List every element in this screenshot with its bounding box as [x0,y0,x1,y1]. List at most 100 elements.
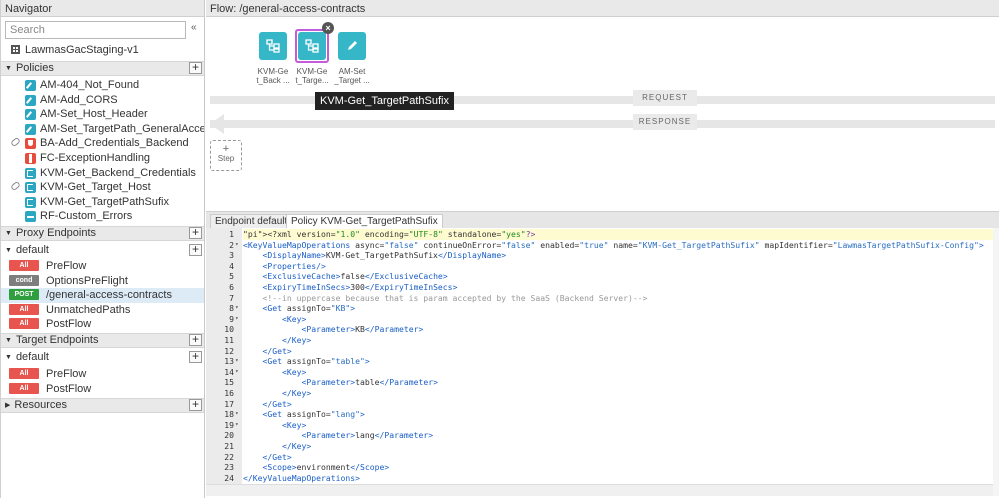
add-target-endpoint-button[interactable]: + [189,333,202,346]
step-label-line2: t_Targe... [295,76,329,85]
policy-item[interactable]: AM-Set_Host_Header [1,107,204,122]
code-line[interactable]: <Scope>environment</Scope> [243,462,993,473]
code-line[interactable]: <Key> [243,367,993,378]
code-line[interactable]: <Get assignTo="lang"> [243,409,993,420]
search-input[interactable] [5,21,186,39]
add-target-flow-button[interactable]: + [189,350,202,363]
line-number: 21 [224,441,234,451]
policy-item[interactable]: FC-ExceptionHandling [1,151,204,166]
section-resources[interactable]: ▶ Resources + [1,398,204,413]
tab-endpoint-default[interactable]: Endpoint default [210,214,293,229]
collapse-navigator-button[interactable]: « [191,22,196,33]
add-policy-button[interactable]: + [189,61,202,74]
line-number: 11 [224,335,234,345]
line-number: 13 [224,356,234,367]
fold-toggle-icon[interactable]: ▾ [235,314,241,325]
code-line[interactable]: </Get> [243,452,993,463]
line-number: 17 [224,398,234,409]
code-line[interactable]: <!--in uppercase because that is param a… [243,293,993,304]
flow-step[interactable] [338,32,366,60]
add-step-button[interactable]: + Step [210,140,242,171]
assign-message-icon [25,80,36,91]
caret-down-icon: ▼ [5,354,12,361]
section-policies-label: Policies [15,62,54,74]
editor-horizontal-scrollbar[interactable] [206,484,993,496]
code-line[interactable]: </Key> [243,388,993,399]
policy-item[interactable]: BA-Add_Credentials_Backend [1,136,204,151]
policy-item[interactable]: KVM-Get_Backend_Credentials [1,166,204,181]
code-line[interactable]: <Parameter>KB</Parameter> [243,324,993,335]
policy-item[interactable]: AM-Set_TargetPath_GeneralAcce... [1,122,204,137]
line-number: 10 [224,324,234,335]
line-gutter: 1 2 ▾ 3 4 5 6 7 8 ▾ 9 ▾ 10 11 12 13 ▾ 14 ▾ 15 16 17 18 ▾ 19 ▾ 20 21… [206,228,242,484]
step-label-line2: _Target ... [334,76,370,85]
code-line[interactable]: </Get> [243,399,993,410]
fold-toggle-icon[interactable]: ▾ [235,367,241,378]
remove-step-icon[interactable]: × [322,22,334,34]
line-number: 1 [229,229,234,239]
code-line[interactable]: <DisplayName>KVM-Get_TargetPathSufix</Di… [243,250,993,261]
navigator-panel: Navigator « LawmasGacStaging-v1 ▼Policie… [0,0,205,498]
fold-toggle-icon[interactable]: ▾ [235,420,241,431]
flow-item[interactable]: All UnmatchedPaths [1,303,204,318]
line-number: 3 [229,250,234,261]
code-line[interactable]: <Key> [243,420,993,431]
code-line[interactable]: <Properties/> [243,261,993,272]
add-resource-button[interactable]: + [189,398,202,411]
add-proxy-flow-button[interactable]: + [189,243,202,256]
flow-item[interactable]: POST/general-access-contracts [1,288,204,303]
policy-item[interactable]: AM-Add_CORS [1,93,204,108]
step-label-line2: t_Back ... [256,76,290,85]
caret-right-icon: ▶ [5,402,11,409]
policy-item[interactable]: KVM-Get_Target_Host [1,180,204,195]
proxy-name-row[interactable]: LawmasGacStaging-v1 [1,44,204,60]
code-line[interactable]: <Parameter>lang</Parameter> [243,430,993,441]
section-policies[interactable]: ▼ Policies + [1,61,204,76]
code-line[interactable]: </Get> [243,346,993,357]
code-line[interactable]: <KeyValueMapOperations async="false" con… [243,240,993,251]
editor-vertical-scrollbar[interactable] [993,228,999,496]
code-line[interactable]: <Get assignTo="KB"> [243,303,993,314]
line-number: 15 [224,377,234,388]
policy-label: BA-Add_Credentials_Backend [40,137,189,150]
policy-item[interactable]: RF-Custom_Errors [1,209,204,224]
step-tooltip: KVM-Get_TargetPathSufix [315,92,455,110]
line-number: 8 [229,303,234,314]
code-editor[interactable]: 1 2 ▾ 3 4 5 6 7 8 ▾ 9 ▾ 10 11 12 13 ▾ 14 ▾ 15 16 17 18 ▾ 19 ▾ 20 21… [206,228,993,484]
line-number: 9 [229,313,234,324]
section-proxy-endpoints[interactable]: ▼ Proxy Endpoints + [1,226,204,241]
line-number: 6 [229,282,234,292]
policy-item[interactable]: KVM-Get_TargetPathSufix [1,195,204,210]
caret-down-icon: ▼ [5,337,12,344]
flow-item[interactable]: All PreFlow [1,367,204,382]
code-line[interactable]: </Key> [243,335,993,346]
code-line[interactable]: </Key> [243,441,993,452]
flow-step[interactable] [259,32,287,60]
request-label: REQUEST [633,90,697,106]
flow-item[interactable]: All PostFlow [1,382,204,397]
policy-label: KVM-Get_TargetPathSufix [40,195,170,208]
policy-item[interactable]: AM-404_Not_Found [1,78,204,93]
section-target-endpoints[interactable]: ▼ Target Endpoints + [1,333,204,348]
fold-toggle-icon[interactable]: ▾ [235,409,241,420]
flow-callout-icon [25,153,36,164]
code-line[interactable]: <ExclusiveCache>false</ExclusiveCache> [243,271,993,282]
proxy-endpoint-default[interactable]: ▼ default + [1,243,204,259]
code-line[interactable]: "pi"><?xml version="1.0" encoding="UTF-8… [243,229,993,240]
caret-down-icon: ▼ [5,247,12,254]
line-number: 5 [229,271,234,282]
flow-item[interactable]: cond OptionsPreFlight [1,274,204,289]
code-line[interactable]: </KeyValueMapOperations> [243,473,993,484]
target-endpoint-default[interactable]: ▼ default + [1,350,204,366]
flow-item[interactable]: All PostFlow [1,317,204,332]
tab-policy-kvm[interactable]: Policy KVM-Get_TargetPathSufix [286,214,443,229]
fold-toggle-icon[interactable]: ▾ [235,303,241,314]
code-line[interactable]: <Key> [243,314,993,325]
add-proxy-endpoint-button[interactable]: + [189,226,202,239]
code-line[interactable]: <ExpiryTimeInSecs>300</ExpiryTimeInSecs> [243,282,993,293]
code-line[interactable]: <Get assignTo="table"> [243,356,993,367]
flow-item[interactable]: All PreFlow [1,259,204,274]
fold-toggle-icon[interactable]: ▾ [235,240,241,251]
code-line[interactable]: <Parameter>table</Parameter> [243,377,993,388]
fold-toggle-icon[interactable]: ▾ [235,356,241,367]
